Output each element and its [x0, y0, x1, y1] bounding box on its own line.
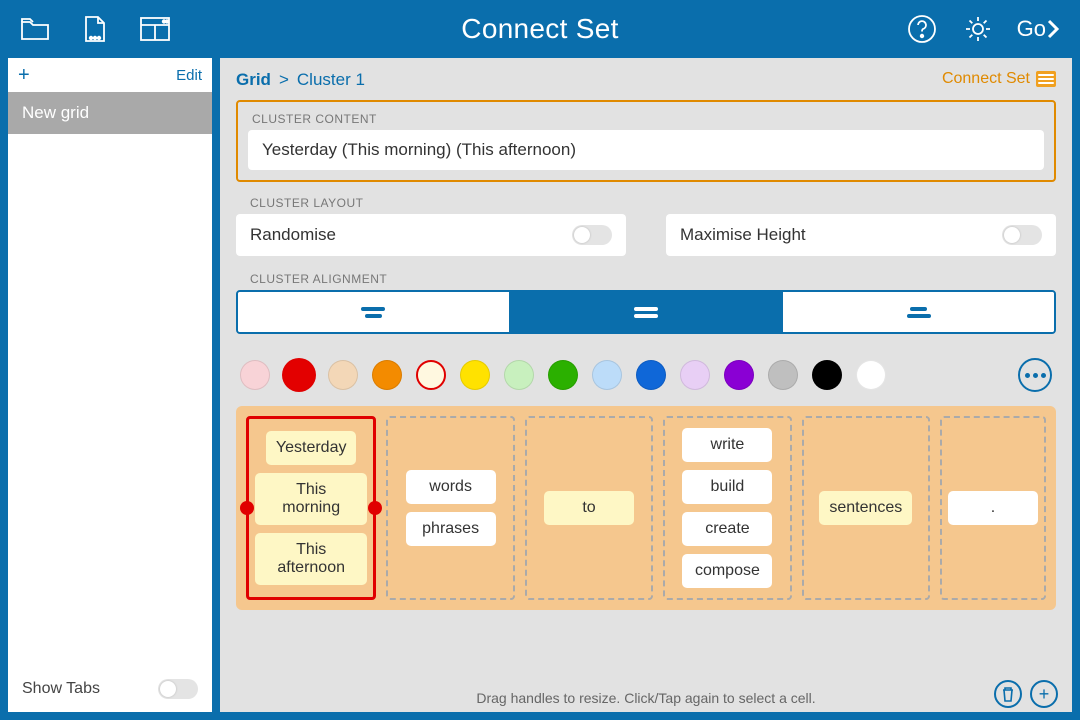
align-middle[interactable] — [509, 292, 782, 332]
topbar-right: Go — [872, 12, 1062, 46]
cell-3-3[interactable]: compose — [682, 554, 772, 588]
swatch-5[interactable] — [460, 360, 490, 390]
connect-set-icon — [1036, 71, 1056, 87]
swatch-3[interactable] — [372, 360, 402, 390]
panel-actions: + — [994, 680, 1058, 708]
connect-set-badge: Connect Set — [942, 70, 1056, 88]
sidebar-head: + Edit — [8, 58, 212, 92]
alignment-segmented — [236, 290, 1056, 334]
color-palette — [236, 358, 1056, 392]
topbar-left — [18, 12, 208, 46]
cluster-alignment-label: CLUSTER ALIGNMENT — [250, 272, 1056, 286]
cell-0-1[interactable]: This morning — [255, 473, 367, 525]
align-top[interactable] — [238, 292, 509, 332]
randomise-toggle[interactable] — [572, 225, 612, 245]
swatch-1[interactable] — [284, 360, 314, 390]
show-tabs-toggle[interactable] — [158, 679, 198, 699]
breadcrumb: Grid > Cluster 1 — [236, 70, 1056, 90]
swatch-10[interactable] — [680, 360, 710, 390]
cluster-1[interactable]: words phrases — [386, 416, 514, 600]
swatch-9[interactable] — [636, 360, 666, 390]
cluster-0[interactable]: Yesterday This morning This afternoon — [246, 416, 376, 600]
cell-1-1[interactable]: phrases — [406, 512, 496, 546]
cell-3-1[interactable]: build — [682, 470, 772, 504]
editor-panel: Grid > Cluster 1 Connect Set CLUSTER CON… — [220, 58, 1072, 712]
cell-4-0[interactable]: sentences — [819, 491, 912, 525]
swatch-0[interactable] — [240, 360, 270, 390]
randomise-row: Randomise — [236, 214, 626, 256]
swatch-14[interactable] — [856, 360, 886, 390]
go-button[interactable]: Go — [1017, 16, 1062, 42]
connect-set-badge-label: Connect Set — [942, 70, 1030, 88]
cluster-2[interactable]: to — [525, 416, 653, 600]
cell-3-0[interactable]: write — [682, 428, 772, 462]
swatch-4[interactable] — [416, 360, 446, 390]
align-bottom[interactable] — [781, 292, 1054, 332]
cluster-content-label: CLUSTER CONTENT — [252, 112, 1044, 126]
go-label: Go — [1017, 16, 1046, 42]
cluster-content-input[interactable]: Yesterday (This morning) (This afternoon… — [248, 130, 1044, 170]
layout-icon[interactable] — [138, 12, 172, 46]
show-tabs-label: Show Tabs — [22, 680, 100, 698]
swatch-12[interactable] — [768, 360, 798, 390]
cluster-layout-row: Randomise Maximise Height — [236, 214, 1056, 256]
help-icon[interactable] — [905, 12, 939, 46]
sidebar-add-button[interactable]: + — [18, 64, 30, 87]
maxheight-row: Maximise Height — [666, 214, 1056, 256]
cell-0-0[interactable]: Yesterday — [266, 431, 357, 465]
sidebar-item-new-grid[interactable]: New grid — [8, 92, 212, 134]
add-button[interactable]: + — [1030, 680, 1058, 708]
topbar: Connect Set Go — [0, 0, 1080, 58]
cell-0-2[interactable]: This afternoon — [255, 533, 367, 585]
swatch-7[interactable] — [548, 360, 578, 390]
cluster-5[interactable]: . — [940, 416, 1046, 600]
cluster-content-section: CLUSTER CONTENT Yesterday (This morning)… — [236, 100, 1056, 182]
maxheight-toggle[interactable] — [1002, 225, 1042, 245]
canvas-hint: Drag handles to resize. Click/Tap again … — [220, 690, 1072, 706]
breadcrumb-root[interactable]: Grid — [236, 70, 271, 90]
delete-button[interactable] — [994, 680, 1022, 708]
cluster-canvas: Yesterday This morning This afternoon words… — [236, 406, 1056, 610]
swatch-6[interactable] — [504, 360, 534, 390]
cluster-4[interactable]: sentences — [802, 416, 930, 600]
breadcrumb-leaf[interactable]: Cluster 1 — [297, 70, 365, 90]
swatch-8[interactable] — [592, 360, 622, 390]
swatch-2[interactable] — [328, 360, 358, 390]
workspace: + Edit New grid Show Tabs Grid > Cluster… — [0, 58, 1080, 720]
cluster-3[interactable]: write build create compose — [663, 416, 791, 600]
swatch-13[interactable] — [812, 360, 842, 390]
gear-icon[interactable] — [961, 12, 995, 46]
cluster-layout-label: CLUSTER LAYOUT — [250, 196, 1056, 210]
randomise-label: Randomise — [250, 225, 336, 245]
palette-more-icon[interactable] — [1018, 358, 1052, 392]
cell-2-0[interactable]: to — [544, 491, 634, 525]
cell-1-0[interactable]: words — [406, 470, 496, 504]
sidebar: + Edit New grid Show Tabs — [8, 58, 212, 712]
cluster-alignment-section: CLUSTER ALIGNMENT — [236, 272, 1056, 334]
folder-icon[interactable] — [18, 12, 52, 46]
swatch-11[interactable] — [724, 360, 754, 390]
cell-5-0[interactable]: . — [948, 491, 1038, 525]
sidebar-footer: Show Tabs — [8, 666, 212, 712]
cell-3-2[interactable]: create — [682, 512, 772, 546]
breadcrumb-sep: > — [279, 70, 289, 90]
new-file-icon[interactable] — [78, 12, 112, 46]
page-title: Connect Set — [208, 13, 872, 45]
maxheight-label: Maximise Height — [680, 225, 806, 245]
sidebar-edit-button[interactable]: Edit — [176, 67, 202, 84]
